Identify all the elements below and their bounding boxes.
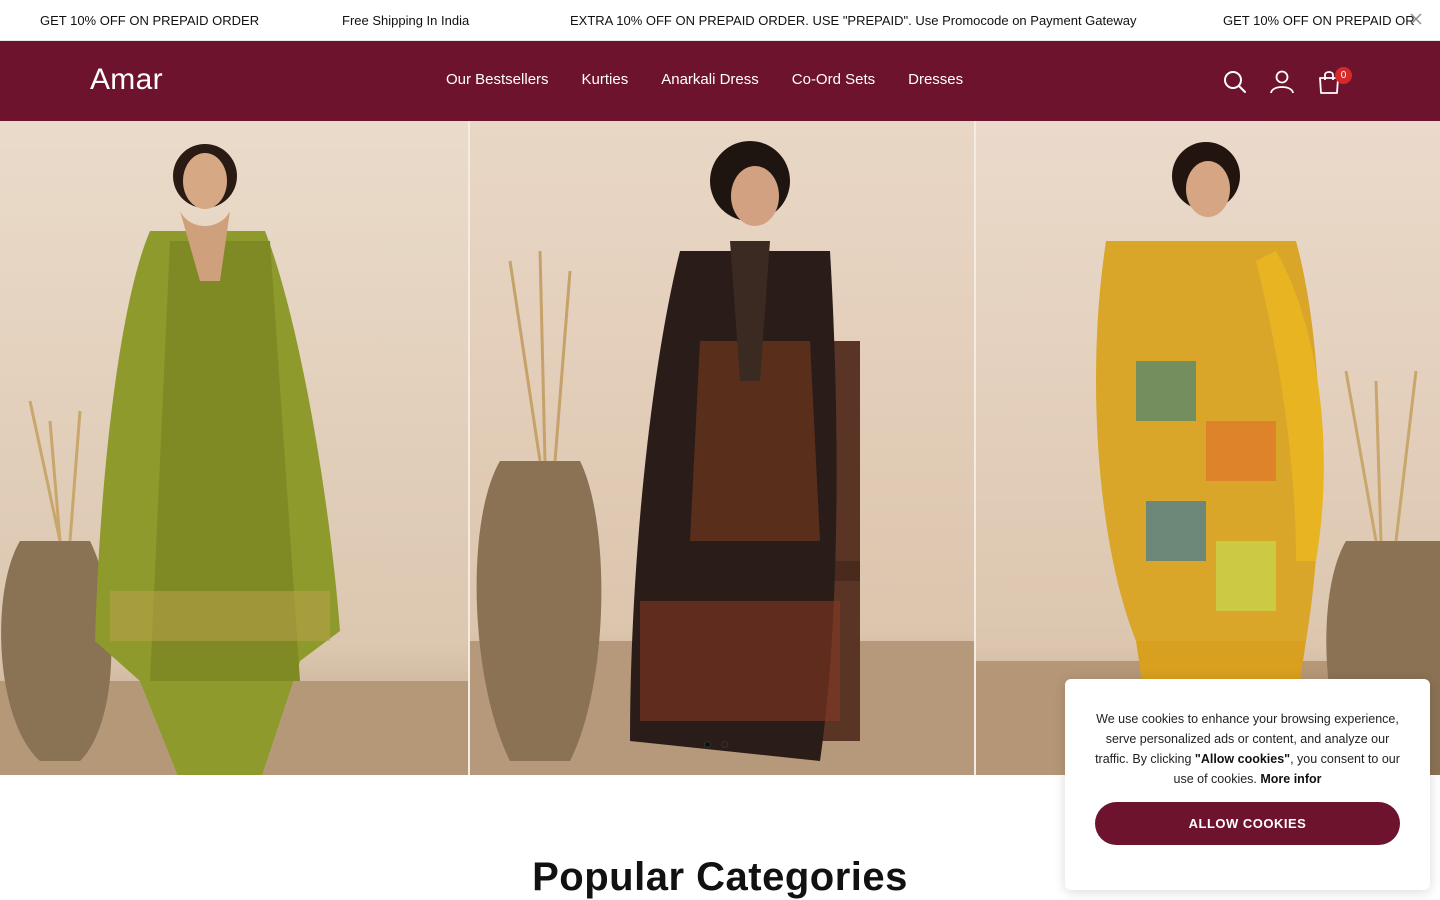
- cookie-text: We use cookies to enhance your browsing …: [1095, 709, 1400, 789]
- hero-slide-image[interactable]: [0, 121, 468, 775]
- cart-count-badge: 0: [1335, 67, 1352, 84]
- nav-item-our-bestsellers[interactable]: Our Bestsellers: [446, 71, 549, 88]
- site-logo[interactable]: Amar: [90, 63, 163, 97]
- announcement-message: GET 10% OFF ON PREPAID ORDER: [40, 13, 260, 28]
- slider-dot[interactable]: [704, 741, 711, 748]
- nav-item-dresses[interactable]: Dresses: [908, 71, 963, 88]
- hero-slide-image[interactable]: [470, 121, 974, 775]
- search-icon[interactable]: [1222, 69, 1248, 95]
- announcement-bar: GET 10% OFF ON PREPAID ORDER Free Shippi…: [0, 0, 1440, 41]
- hero-slide-image[interactable]: [976, 121, 1440, 775]
- hero-slider[interactable]: [0, 121, 1440, 775]
- nav-item-anarkali-dress[interactable]: Anarkali Dress: [661, 71, 759, 88]
- cookie-text-bold: "Allow cookies": [1194, 752, 1291, 766]
- announcement-message: EXTRA 10% OFF ON PREPAID ORDER. USE "PRE…: [570, 13, 1137, 28]
- cookie-banner: We use cookies to enhance your browsing …: [1065, 679, 1430, 890]
- close-icon[interactable]: [1407, 10, 1425, 28]
- allow-cookies-button[interactable]: ALLOW COOKIES: [1095, 802, 1400, 845]
- more-info-link[interactable]: More infor: [1260, 772, 1321, 786]
- announcement-message: GET 10% OFF ON PREPAID OR: [1223, 13, 1415, 28]
- announcement-message: Free Shipping In India: [342, 13, 470, 28]
- user-icon[interactable]: [1269, 69, 1295, 95]
- slider-dot[interactable]: [721, 741, 728, 748]
- main-nav: Our Bestsellers Kurties Anarkali Dress C…: [446, 71, 996, 88]
- nav-item-kurties[interactable]: Kurties: [582, 71, 629, 88]
- slider-pagination: [704, 741, 728, 748]
- site-header: Amar Our Bestsellers Kurties Anarkali Dr…: [0, 41, 1440, 121]
- nav-item-co-ord-sets[interactable]: Co-Ord Sets: [792, 71, 875, 88]
